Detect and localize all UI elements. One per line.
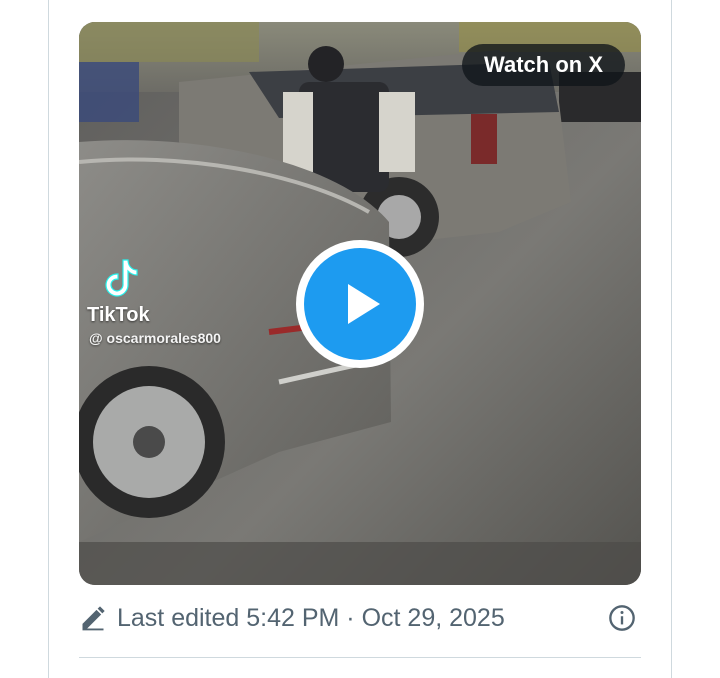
divider xyxy=(79,657,641,658)
last-edited-text[interactable]: Last edited 5:42 PM · Oct 29, 2025 xyxy=(117,604,505,633)
watch-on-x-label: Watch on X xyxy=(484,52,603,77)
play-button[interactable] xyxy=(296,240,424,368)
tiktok-handle: @ oscarmorales800 xyxy=(89,330,221,346)
watch-on-x-button[interactable]: Watch on X xyxy=(462,44,625,86)
play-icon xyxy=(348,284,380,324)
play-icon-circle xyxy=(304,248,416,360)
post-meta: Last edited 5:42 PM · Oct 29, 2025 xyxy=(79,596,641,640)
info-icon[interactable] xyxy=(608,604,636,632)
tiktok-icon xyxy=(105,259,138,297)
tiktok-app-name: TikTok xyxy=(87,304,150,326)
pencil-icon xyxy=(82,606,105,631)
video-player[interactable]: TikTok @ oscarmorales800 Watch on X xyxy=(79,22,641,585)
